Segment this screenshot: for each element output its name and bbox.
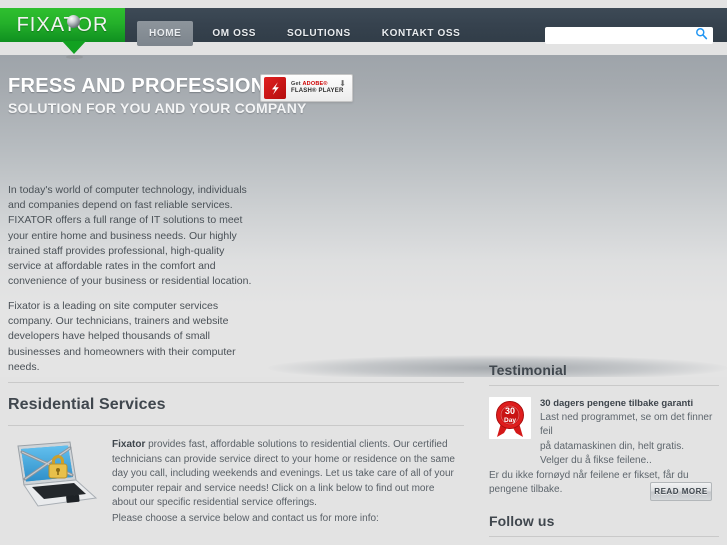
page-root: HOME OM OSS SOLUTIONS KONTAKT OSS FIXATO… — [0, 0, 727, 545]
flash-badge-text: Get ADOBE® FLASH® PLAYER — [291, 81, 343, 94]
testimonial-divider — [489, 385, 719, 386]
hero-heading: FRESS AND PROFESSIONAL — [8, 75, 293, 97]
flash-badge-line2: FLASH® PLAYER — [291, 87, 344, 94]
follow-us-divider — [489, 536, 719, 537]
download-arrow-icon: ⬇ — [339, 79, 346, 88]
section-body-text-2: Please choose a service below and contac… — [112, 512, 379, 524]
main-navigation: HOME OM OSS SOLUTIONS KONTAKT OSS — [137, 16, 479, 50]
sphere-icon — [67, 15, 80, 28]
hero-paragraph-1: In today's world of computer technology,… — [8, 184, 252, 288]
logo-pointer-shadow — [66, 55, 83, 59]
hero-banner: FRESS AND PROFESSIONAL SOLUTION FOR YOU … — [0, 55, 727, 377]
nav-item-home[interactable]: HOME — [137, 20, 194, 46]
hero-subheading: SOLUTION FOR YOU AND YOUR COMPANY — [8, 100, 307, 116]
testimonial-heading: 30 dagers pengene tilbake garanti — [540, 398, 694, 409]
site-logo[interactable]: FIXATOR — [0, 8, 125, 42]
logo-text: FIXATOR — [16, 13, 109, 36]
search-input[interactable] — [545, 27, 713, 44]
section-divider-top — [8, 382, 464, 383]
nav-item-solutions[interactable]: SOLUTIONS — [275, 21, 363, 46]
section-title: Residential Services — [8, 396, 166, 413]
sidebar-testimonial: Testimonial 30 Day 30 dagers pengene til… — [489, 362, 719, 501]
testimonial-body: 30 Day 30 dagers pengene tilbake garanti… — [489, 397, 719, 469]
testimonial-line2: på datamaskinen din, helt gratis. — [540, 440, 684, 452]
sidebar-follow-us: Follow us — [489, 513, 719, 537]
nav-item-kontakt-oss[interactable]: KONTAKT OSS — [370, 21, 473, 46]
residential-services-section: Residential Services Fixator provides fa… — [8, 382, 464, 545]
nav-item-om-oss[interactable]: OM OSS — [200, 21, 268, 46]
hero-paragraph-2: Fixator is a leading on site computer se… — [8, 300, 236, 373]
svg-text:30: 30 — [505, 406, 515, 416]
guarantee-seal-icon: 30 Day — [489, 397, 531, 439]
get-flash-player-badge[interactable]: Get ADOBE® FLASH® PLAYER ⬇ — [260, 74, 353, 102]
svg-text:Day: Day — [504, 417, 516, 424]
testimonial-title: Testimonial — [489, 362, 567, 378]
search-box[interactable] — [545, 25, 713, 44]
section-divider-bottom — [8, 425, 464, 426]
testimonial-line3: Velger du å fikse feilene.. — [540, 455, 652, 467]
follow-us-title: Follow us — [489, 513, 555, 529]
laptop-lock-icon — [17, 441, 98, 507]
section-body-text: provides fast, affordable solutions to r… — [112, 439, 455, 509]
flash-logo-icon — [264, 77, 286, 99]
logo-pointer-icon — [62, 41, 86, 54]
section-body: Fixator provides fast, affordable soluti… — [8, 438, 464, 527]
testimonial-line1: Last ned programmet, se om det finner fe… — [540, 412, 713, 438]
section-paragraph: Fixator provides fast, affordable soluti… — [112, 438, 462, 527]
section-lead: Fixator — [112, 439, 146, 450]
testimonial-text: 30 dagers pengene tilbake garanti Last n… — [540, 397, 718, 469]
read-more-button[interactable]: READ MORE — [650, 482, 712, 501]
